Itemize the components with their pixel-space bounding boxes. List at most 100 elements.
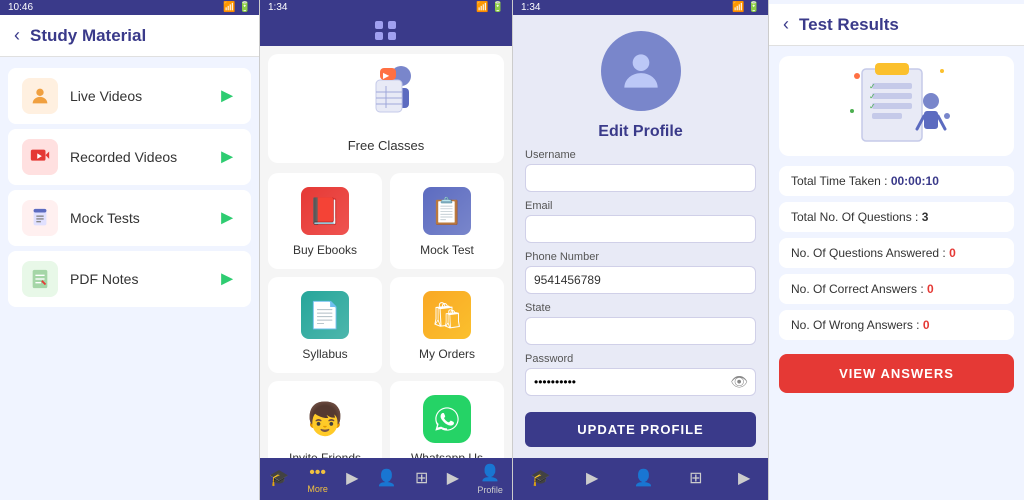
nav-more-label: More bbox=[307, 484, 328, 494]
view-answers-button[interactable]: VIEW ANSWERS bbox=[779, 354, 1014, 393]
nav-profile[interactable]: 👤 bbox=[377, 468, 397, 490]
update-profile-button[interactable]: UPDATE PROFILE bbox=[525, 412, 756, 447]
profile2-icon: 👤 bbox=[480, 463, 500, 483]
nav-grid-3[interactable]: ⊞ bbox=[689, 468, 702, 490]
password-input[interactable] bbox=[525, 368, 756, 396]
panel2-header bbox=[260, 15, 512, 46]
username-label: Username bbox=[525, 149, 756, 161]
password-group: Password 👁 bbox=[525, 353, 756, 396]
invite-friends-item[interactable]: 👦 Invite Friends bbox=[268, 381, 382, 458]
menu-item-mock-tests[interactable]: Mock Tests ► bbox=[8, 190, 251, 246]
status-icons-3: 📶 🔋 bbox=[732, 2, 760, 13]
mock-tests-arrow: ► bbox=[217, 207, 237, 230]
test-illustration: ✓ ✓ ✓ bbox=[779, 56, 1014, 156]
my-orders-item[interactable]: 🛍 My Orders bbox=[390, 277, 504, 373]
menu-item-recorded-videos[interactable]: Recorded Videos ► bbox=[8, 129, 251, 185]
test-results-content: ✓ ✓ ✓ Total Time Taken : 00:00:10 bbox=[769, 46, 1024, 500]
phone-group: Phone Number bbox=[525, 251, 756, 294]
mock-tests-label: Mock Tests bbox=[70, 210, 217, 226]
nav-videos[interactable]: ▶ bbox=[346, 468, 358, 490]
questions-answered-card: No. Of Questions Answered : 0 bbox=[779, 238, 1014, 268]
phone-input[interactable] bbox=[525, 266, 756, 294]
live-videos-label: Live Videos bbox=[70, 88, 217, 104]
svg-text:✓: ✓ bbox=[869, 102, 876, 111]
whatsapp-us-item[interactable]: Whatsapp Us bbox=[390, 381, 504, 458]
bottom-nav-2: 🎓 ••• More ▶ 👤 ⊞ ▶ 👤 Profile bbox=[260, 458, 512, 500]
more3-icon: ▶ bbox=[738, 468, 750, 488]
state-input[interactable] bbox=[525, 317, 756, 345]
whatsapp-icon bbox=[421, 393, 473, 445]
invite-friends-icon: 👦 bbox=[299, 393, 351, 445]
my-orders-icon: 🛍 bbox=[421, 289, 473, 341]
time-3: 1:34 bbox=[521, 2, 540, 13]
username-input[interactable] bbox=[525, 164, 756, 192]
grid3-icon: ⊞ bbox=[689, 468, 702, 488]
whatsapp-us-label: Whatsapp Us bbox=[411, 451, 483, 458]
pdf-notes-arrow: ► bbox=[217, 268, 237, 291]
time-1: 10:46 bbox=[8, 2, 33, 13]
free-classes-image: ▶ bbox=[346, 64, 426, 134]
correct-answers-value: 0 bbox=[927, 282, 934, 296]
total-time-card: Total Time Taken : 00:00:10 bbox=[779, 166, 1014, 196]
questions-answered-value: 0 bbox=[949, 246, 956, 260]
status-bar-1: 10:46 📶 🔋 bbox=[0, 0, 259, 15]
live-videos-icon bbox=[22, 78, 58, 114]
state-label: State bbox=[525, 302, 756, 314]
correct-answers-label: No. Of Correct Answers : bbox=[791, 282, 927, 296]
mock-test-item[interactable]: 📋 Mock Test bbox=[390, 173, 504, 269]
password-label: Password bbox=[525, 353, 756, 365]
mock-tests-icon bbox=[22, 200, 58, 236]
mock-test-icon: 📋 bbox=[421, 185, 473, 237]
back-icon-4[interactable]: ‹ bbox=[783, 14, 789, 35]
panel1-header: ‹ Study Material bbox=[0, 15, 259, 57]
recorded-videos-icon bbox=[22, 139, 58, 175]
more2-icon: ▶ bbox=[447, 468, 459, 488]
pdf-notes-icon bbox=[22, 261, 58, 297]
nav-profile-3[interactable]: 👤 bbox=[634, 468, 654, 490]
nav-more[interactable]: ••• More bbox=[307, 464, 328, 494]
bottom-nav-3: 🎓 ▶ 👤 ⊞ ▶ bbox=[513, 458, 768, 500]
profile-form: Username Email Phone Number State Passwo… bbox=[513, 149, 768, 458]
free-classes-label: Free Classes bbox=[348, 138, 425, 153]
profile-avatar bbox=[601, 31, 681, 111]
nav-more2[interactable]: ▶ bbox=[447, 468, 459, 490]
total-time-value: 00:00:10 bbox=[891, 174, 939, 188]
nav-home[interactable]: 🎓 bbox=[269, 468, 289, 490]
time-2: 1:34 bbox=[268, 2, 287, 13]
nav-grid[interactable]: ⊞ bbox=[415, 468, 428, 490]
buy-ebooks-item[interactable]: 📕 Buy Ebooks bbox=[268, 173, 382, 269]
phone-label: Phone Number bbox=[525, 251, 756, 263]
free-classes-banner[interactable]: ▶ Free Classes bbox=[268, 54, 504, 163]
nav-more-3[interactable]: ▶ bbox=[738, 468, 750, 490]
menu-item-live-videos[interactable]: Live Videos ► bbox=[8, 68, 251, 124]
live-videos-arrow: ► bbox=[217, 85, 237, 108]
email-input[interactable] bbox=[525, 215, 756, 243]
state-group: State bbox=[525, 302, 756, 345]
status-icons-2: 📶 🔋 bbox=[476, 2, 504, 13]
profile-icon: 👤 bbox=[377, 468, 397, 488]
syllabus-item[interactable]: 📄 Syllabus bbox=[268, 277, 382, 373]
edit-profile-panel: 1:34 📶 🔋 Edit Profile Username Email Pho… bbox=[513, 0, 769, 500]
test-results-title: Test Results bbox=[799, 15, 899, 35]
study-material-panel: 10:46 📶 🔋 ‹ Study Material Live Videos ► bbox=[0, 0, 260, 500]
nav-videos-3[interactable]: ▶ bbox=[586, 468, 598, 490]
status-icons-1: 📶 🔋 bbox=[223, 2, 251, 13]
username-group: Username bbox=[525, 149, 756, 192]
nav-home-3[interactable]: 🎓 bbox=[531, 468, 551, 490]
total-questions-label: Total No. Of Questions : bbox=[791, 210, 922, 224]
app-menu-panel: 1:34 📶 🔋 ▶ bbox=[260, 0, 513, 500]
email-group: Email bbox=[525, 200, 756, 243]
recorded-videos-arrow: ► bbox=[217, 146, 237, 169]
eye-icon[interactable]: 👁 bbox=[730, 374, 748, 391]
mock-test-label: Mock Test bbox=[420, 243, 474, 257]
home-icon: 🎓 bbox=[269, 468, 289, 488]
nav-profile2-label: Profile bbox=[477, 485, 503, 495]
back-icon-1[interactable]: ‹ bbox=[14, 25, 20, 46]
videos3-icon: ▶ bbox=[586, 468, 598, 488]
email-label: Email bbox=[525, 200, 756, 212]
profile3-icon: 👤 bbox=[634, 468, 654, 488]
nav-profile2[interactable]: 👤 Profile bbox=[477, 463, 503, 495]
menu-item-pdf-notes[interactable]: PDF Notes ► bbox=[8, 251, 251, 307]
total-questions-value: 3 bbox=[922, 210, 929, 224]
buy-ebooks-label: Buy Ebooks bbox=[293, 243, 357, 257]
